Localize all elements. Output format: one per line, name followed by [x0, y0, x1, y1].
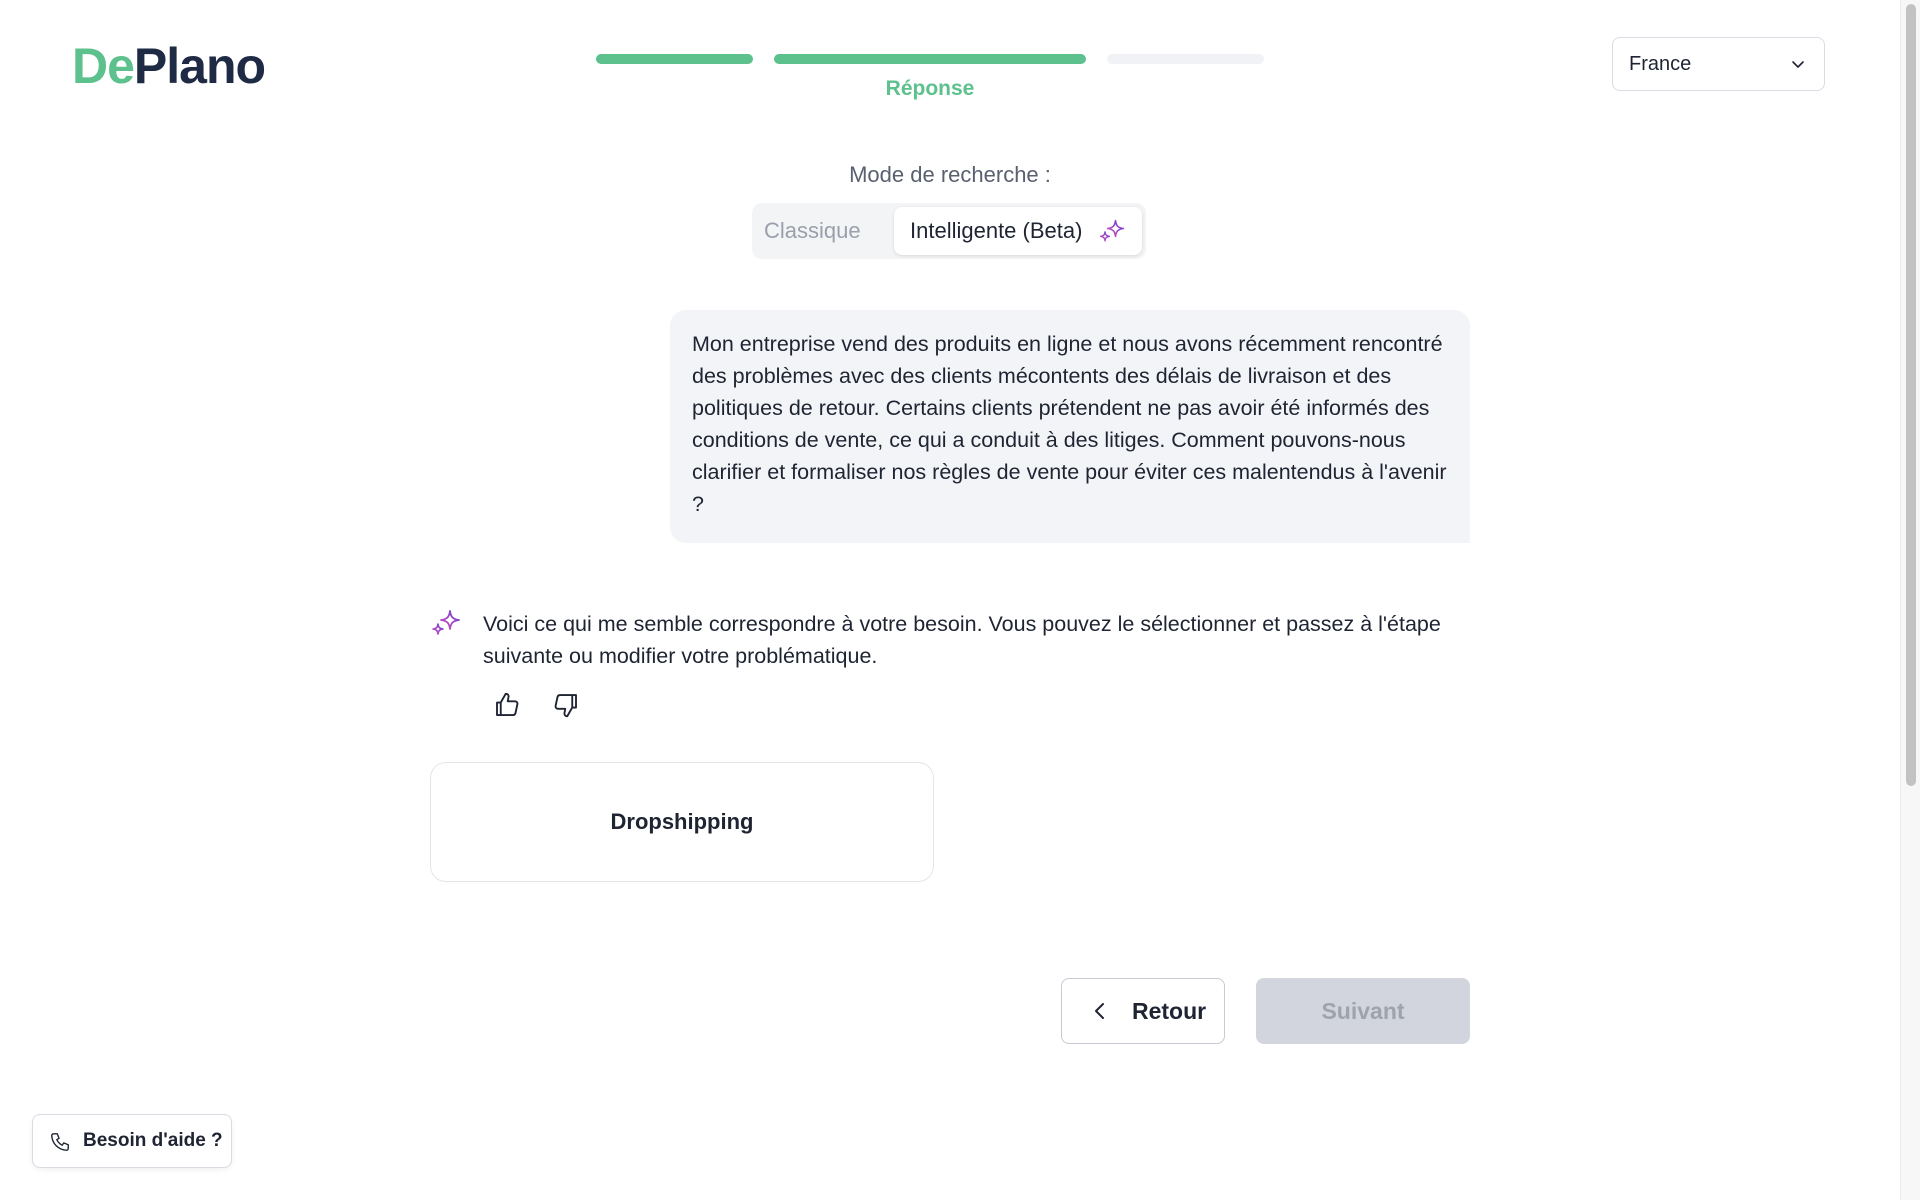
thumbs-down-icon[interactable]	[551, 690, 581, 720]
sparkle-icon	[1099, 219, 1125, 242]
thumbs-up-icon[interactable]	[492, 690, 522, 720]
chevron-left-icon	[1095, 1003, 1104, 1019]
suggestion-card-label: Dropshipping	[610, 809, 754, 834]
chevron-down-icon	[1792, 61, 1804, 68]
progress-step-2	[774, 54, 1086, 64]
back-button[interactable]: Retour	[1061, 978, 1225, 1044]
page-scrollbar[interactable]	[1900, 0, 1920, 1200]
back-button-label: Retour	[1132, 998, 1207, 1024]
logo[interactable]: DePlano	[72, 38, 266, 94]
scrollbar-thumb[interactable]	[1906, 4, 1916, 786]
help-button[interactable]: Besoin d'aide ?	[32, 1114, 232, 1168]
logo-part-de: De	[72, 38, 135, 94]
search-mode-intelligent-label: Intelligente (Beta)	[910, 218, 1083, 243]
assistant-message-text: Voici ce qui me semble correspondre à vo…	[483, 612, 1441, 668]
logo-part-plano: Plano	[133, 38, 266, 94]
progress-step-1	[596, 54, 753, 64]
suggestion-card-dropshipping[interactable]: Dropshipping	[430, 762, 934, 882]
next-button-label: Suivant	[1321, 997, 1405, 1024]
next-button[interactable]: Suivant	[1256, 978, 1470, 1044]
progress-stepper	[596, 54, 1264, 64]
help-button-label: Besoin d'aide ?	[83, 1130, 223, 1151]
progress-current-label: Réponse	[885, 77, 975, 100]
search-mode-toggle: Classique Intelligente (Beta)	[752, 203, 1146, 259]
country-select[interactable]: France	[1612, 37, 1825, 91]
page: DePlano Réponse France Mode de recherche…	[0, 0, 1920, 1200]
phone-icon	[51, 1133, 69, 1151]
country-select-value: France	[1629, 52, 1692, 75]
user-message-text: Mon entreprise vend des produits en lign…	[692, 332, 1447, 516]
search-mode-classic[interactable]: Classique	[764, 207, 861, 255]
user-message-bubble: Mon entreprise vend des produits en lign…	[670, 310, 1470, 543]
search-mode-classic-label: Classique	[764, 218, 861, 243]
search-mode-intelligent[interactable]: Intelligente (Beta)	[894, 207, 1142, 255]
progress-step-3	[1107, 54, 1264, 64]
search-mode-label: Mode de recherche :	[849, 162, 1051, 187]
sparkle-icon	[432, 610, 460, 635]
